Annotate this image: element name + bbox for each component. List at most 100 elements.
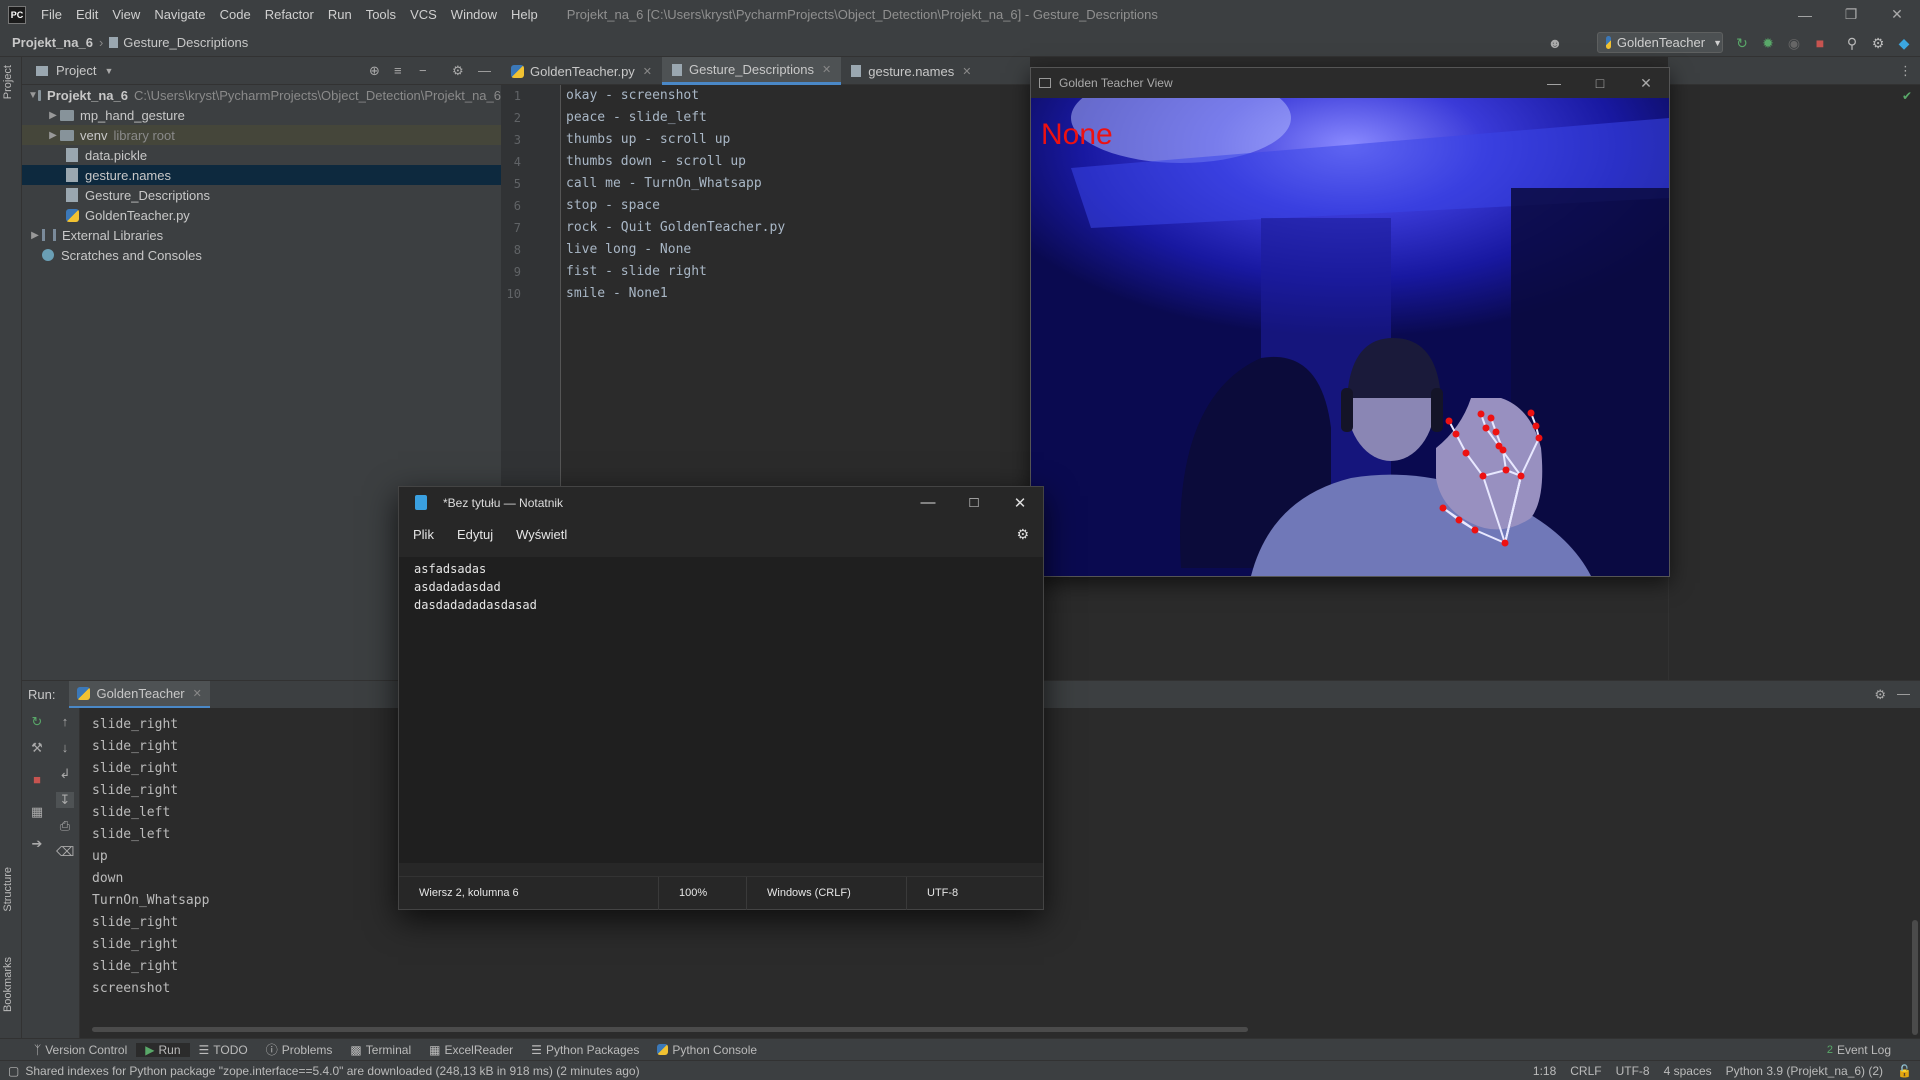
indent-setting[interactable]: 4 spaces xyxy=(1664,1064,1712,1078)
stop-icon[interactable]: ■ xyxy=(28,772,46,787)
python-console-tab[interactable]: Python Console xyxy=(648,1043,766,1057)
trash-icon[interactable]: ⌫ xyxy=(56,844,74,860)
code-line[interactable]: okay - screenshot xyxy=(566,88,699,103)
breadcrumb-project[interactable]: Projekt_na_6 xyxy=(12,35,93,50)
wrench-icon[interactable]: ⚒ xyxy=(28,740,46,756)
project-panel-title[interactable]: Project xyxy=(56,63,96,78)
locate-icon[interactable]: ⊕ xyxy=(369,63,380,79)
notepad-text-area[interactable]: asfadsadas asdadadasdad dasdadadadasdasa… xyxy=(399,557,1043,863)
code-line[interactable]: peace - slide_left xyxy=(566,110,707,125)
menu-code[interactable]: Code xyxy=(213,7,258,22)
tree-external-libraries[interactable]: ▶ External Libraries xyxy=(22,225,501,245)
coverage-icon[interactable]: ◉ xyxy=(1785,34,1803,52)
tab-goldenteacher-py[interactable]: GoldenTeacher.py ✕ xyxy=(501,57,662,85)
horizontal-scrollbar[interactable] xyxy=(92,1027,1248,1032)
notepad-menu-edit[interactable]: Edytuj xyxy=(457,527,504,542)
menu-view[interactable]: View xyxy=(105,7,147,22)
soft-wrap-icon[interactable]: ↲ xyxy=(56,766,74,782)
run-tab-goldenteacher[interactable]: GoldenTeacher ✕ xyxy=(69,680,210,709)
gear-icon[interactable]: ⚙ xyxy=(452,63,464,79)
minimize-icon[interactable]: — xyxy=(1531,68,1577,98)
code-line[interactable]: live long - None xyxy=(566,242,691,257)
event-log-tab[interactable]: 2 Event Log xyxy=(1818,1043,1900,1057)
run-tool-tab[interactable]: ▶ Run xyxy=(136,1042,190,1057)
chevron-down-icon[interactable]: ▼ xyxy=(104,66,113,76)
todo-tab[interactable]: ☰ TODO xyxy=(190,1043,257,1057)
code-line[interactable]: smile - None1 xyxy=(566,286,668,301)
tree-item[interactable]: data.pickle xyxy=(22,145,501,165)
layout-icon[interactable]: ▦ xyxy=(28,804,46,820)
close-tab-icon[interactable]: ✕ xyxy=(193,687,202,700)
python-interpreter[interactable]: Python 3.9 (Projekt_na_6) (2) xyxy=(1726,1064,1883,1078)
print-icon[interactable]: ⎙ xyxy=(56,818,74,834)
structure-tool-tab[interactable]: Structure xyxy=(2,867,14,912)
code-line[interactable]: thumbs down - scroll up xyxy=(566,154,746,169)
layout-toggle-icon[interactable]: ▢ xyxy=(8,1064,19,1078)
gear-icon[interactable]: ⚙ xyxy=(1016,526,1029,543)
code-line[interactable]: call me - TurnOn_Whatsapp xyxy=(566,176,762,191)
python-packages-tab[interactable]: ☰ Python Packages xyxy=(522,1043,648,1057)
close-tab-icon[interactable]: ✕ xyxy=(643,65,652,78)
hide-panel-icon[interactable]: — xyxy=(478,63,491,78)
tab-gesture-names[interactable]: gesture.names ✕ xyxy=(841,57,981,85)
code-line[interactable]: fist - slide right xyxy=(566,264,707,279)
settings-icon[interactable]: ⚙ xyxy=(1869,34,1887,52)
golden-teacher-titlebar[interactable]: Golden Teacher View — □ ✕ xyxy=(1031,68,1669,98)
collapse-all-icon[interactable]: − xyxy=(419,63,427,78)
tree-item[interactable]: GoldenTeacher.py xyxy=(22,205,501,225)
rerun-icon[interactable]: ↻ xyxy=(1733,34,1751,52)
close-tab-icon[interactable]: ✕ xyxy=(962,65,971,78)
hide-panel-icon[interactable]: — xyxy=(1897,686,1910,701)
code-line[interactable]: thumbs up - scroll up xyxy=(566,132,730,147)
gear-icon[interactable]: ⚙ xyxy=(1874,687,1886,703)
tree-item[interactable]: Gesture_Descriptions xyxy=(22,185,501,205)
pin-icon[interactable]: ➔ xyxy=(28,836,46,852)
file-encoding[interactable]: UTF-8 xyxy=(1616,1064,1650,1078)
expand-all-icon[interactable]: ≡ xyxy=(394,63,402,78)
scroll-to-end-icon[interactable]: ↧ xyxy=(56,792,74,808)
project-tool-tab[interactable]: Project xyxy=(2,65,14,99)
minimize-icon[interactable]: — xyxy=(905,487,951,518)
user-icon[interactable]: ☻ xyxy=(1546,34,1564,52)
minimize-icon[interactable]: — xyxy=(1782,0,1828,29)
code-line[interactable]: stop - space xyxy=(566,198,660,213)
menu-refactor[interactable]: Refactor xyxy=(258,7,321,22)
close-tab-icon[interactable]: ✕ xyxy=(822,63,831,76)
bookmarks-tool-tab[interactable]: Bookmarks xyxy=(2,957,14,1012)
terminal-tab[interactable]: ▩ Terminal xyxy=(341,1043,420,1057)
tree-item[interactable]: ▶ venv library root xyxy=(22,125,501,145)
line-ending[interactable]: CRLF xyxy=(1570,1064,1601,1078)
debug-icon[interactable]: ✹ xyxy=(1759,34,1777,52)
notepad-menu-view[interactable]: Wyświetl xyxy=(516,527,578,542)
menu-navigate[interactable]: Navigate xyxy=(147,7,212,22)
close-icon[interactable]: ✕ xyxy=(1623,68,1669,98)
tree-root[interactable]: ▼ Projekt_na_6 C:\Users\kryst\PycharmPro… xyxy=(22,85,501,105)
tree-item[interactable]: ▶ mp_hand_gesture xyxy=(22,105,501,125)
tree-scratches[interactable]: Scratches and Consoles xyxy=(22,245,501,265)
stop-icon[interactable]: ■ xyxy=(1811,34,1829,52)
menu-vcs[interactable]: VCS xyxy=(403,7,444,22)
code-line[interactable]: rock - Quit GoldenTeacher.py xyxy=(566,220,785,235)
rerun-icon[interactable]: ↻ xyxy=(28,714,46,730)
menu-run[interactable]: Run xyxy=(321,7,359,22)
excelreader-tab[interactable]: ▦ ExcelReader xyxy=(420,1043,522,1057)
up-arrow-icon[interactable]: ↑ xyxy=(56,714,74,729)
breadcrumb-file[interactable]: Gesture_Descriptions xyxy=(123,35,248,50)
vertical-scrollbar[interactable] xyxy=(1912,920,1918,1035)
tab-gesture-descriptions[interactable]: Gesture_Descriptions ✕ xyxy=(662,57,842,85)
editor-area-right[interactable]: ✔ xyxy=(1668,85,1920,680)
menu-help[interactable]: Help xyxy=(504,7,545,22)
caret-position[interactable]: 1:18 xyxy=(1533,1064,1556,1078)
maximize-icon[interactable]: □ xyxy=(1577,68,1623,98)
close-icon[interactable]: ✕ xyxy=(997,487,1043,518)
problems-tab[interactable]: ⓘ Problems xyxy=(257,1041,342,1058)
jetbrains-toolbox-icon[interactable]: ◆ xyxy=(1895,34,1913,52)
notepad-menu-file[interactable]: Plik xyxy=(413,527,445,542)
menu-file[interactable]: File xyxy=(34,7,69,22)
version-control-tab[interactable]: ᛉ Version Control xyxy=(0,1043,136,1057)
notepad-titlebar[interactable]: *Bez tytułu — Notatnik — □ ✕ xyxy=(399,487,1043,518)
menu-tools[interactable]: Tools xyxy=(359,7,403,22)
menu-window[interactable]: Window xyxy=(444,7,504,22)
more-icon[interactable]: ⋮ xyxy=(1899,63,1912,79)
menu-edit[interactable]: Edit xyxy=(69,7,105,22)
